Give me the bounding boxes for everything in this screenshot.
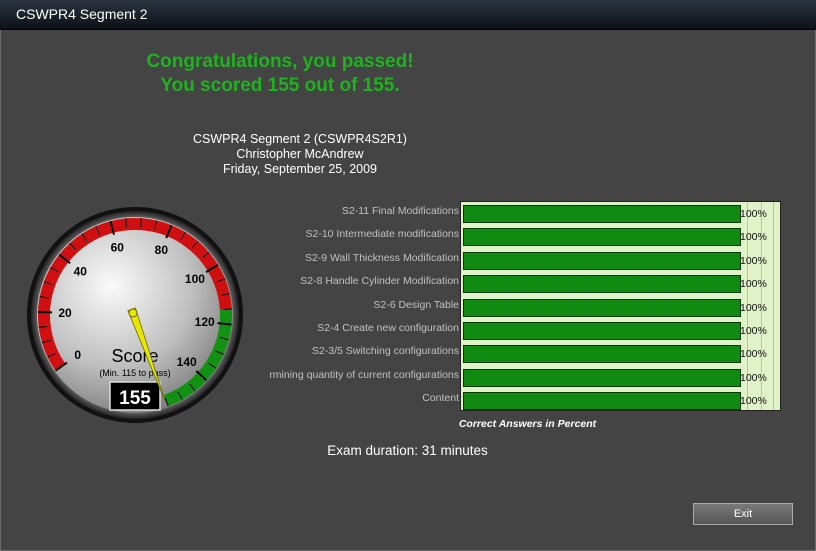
window-title: CSWPR4 Segment 2 [16,6,148,22]
chart-plot-area: 100% 100% 100% 100% 100% 100% 100% 100% 100% [460,201,781,411]
gauge-major-tick [217,322,232,326]
score-summary: You scored 155 out of 155. [160,75,400,96]
exam-duration: Exam duration: 31 minutes [327,443,488,458]
chart-bar [463,322,741,340]
chart-x-axis-title: Correct Answers in Percent [458,418,597,430]
chart-category-label: S2-11 Final Modifications [341,205,459,217]
gauge-tick-label: 80 [155,243,169,257]
candidate-name: Christopher McAndrew [236,147,364,161]
exam-info: CSWPR4 Segment 2 (CSWPR4S2R1) Christophe… [150,132,450,177]
gauge-minor-tick [222,308,232,311]
chart-category-label: S2-4 Create new configuration [317,322,459,334]
pass-headline: Congratulations, you passed! [146,51,414,72]
chart-value-label: 100% [740,254,767,267]
chart-value-label: 100% [740,348,767,361]
gauge-tick-label: 140 [177,355,197,369]
score-display: 155 [119,388,151,409]
chart-bar [463,228,741,247]
chart-category-label: S2-8 Handle Cylinder Modification [300,275,459,288]
exit-button[interactable]: Exit [693,503,793,525]
chart-grid-line [773,202,774,410]
chart-category-label: Content [422,392,459,405]
chart-bar [463,298,741,317]
gauge-tick-label: 100 [185,272,205,286]
chart-bar [463,392,741,411]
gauge-subtitle: (Min. 115 to pass) [99,368,170,378]
gauge-tick-label: 20 [58,306,72,320]
chart-value-label: 100% [740,325,767,337]
score-gauge: 0204060 80100120140 Score (Min. 115 to pa… [27,207,243,423]
chart-value-label: 100% [740,301,767,314]
gauge-tick-label: 0 [74,348,81,362]
result-message: Congratulations, you passed! You scored … [120,50,440,98]
chart-category-label: rmining quantity of current configuratio… [269,368,459,381]
chart-value-label: 100% [740,278,767,291]
chart-bar [463,368,741,387]
chart-category-label: S2-6 Design Table [373,298,459,311]
chart-value-label: 100% [740,395,767,408]
chart-value-label: 100% [740,208,767,220]
chart-category-label: S2-10 Intermediate modifications [305,228,460,241]
chart-value-label: 100% [740,231,767,244]
exam-date: Friday, September 25, 2009 [222,162,378,176]
gauge-tick-label: 60 [111,240,125,254]
gauge-minor-tick [140,218,142,228]
chart-bar [463,345,741,364]
chart-bar [463,251,741,270]
chart-category-label: S2-3/5 Switching configurations [311,345,459,358]
gauge-hub [128,308,138,318]
exam-name: CSWPR4 Segment 2 (CSWPR4S2R1) [193,132,407,146]
chart-bar [463,205,741,223]
gauge-tick-label: 120 [195,315,215,329]
chart-bar [463,275,741,294]
gauge-tick-label: 40 [74,264,88,278]
chart-value-label: 100% [740,371,767,384]
window-titlebar: CSWPR4 Segment 2 [0,0,816,30]
chart-category-label: S2-9 Wall Thickness Modification [304,251,459,264]
